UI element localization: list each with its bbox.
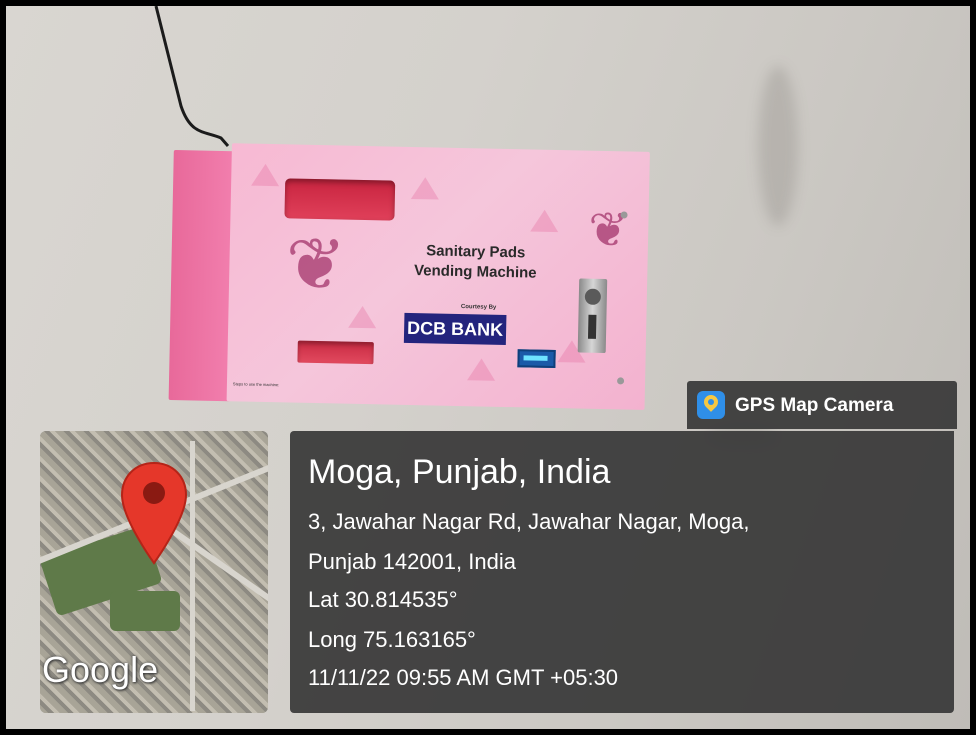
sponsor-logo: DCB BANK <box>403 312 507 345</box>
machine-front-panel: ❦ ❦ Sanitary Pads Vending Machine Courte… <box>226 143 650 410</box>
dispense-slot <box>297 340 374 365</box>
map-road <box>190 441 195 711</box>
address-line-2: Punjab 142001, India <box>308 549 516 574</box>
app-brand-label: GPS Map Camera <box>735 395 894 416</box>
vending-machine: ❦ ❦ Sanitary Pads Vending Machine Courte… <box>168 142 650 410</box>
app-brand-tab: GPS Map Camera <box>687 381 957 429</box>
timestamp-value: 11/11/22 09:55 AM GMT +05:30 <box>308 665 619 690</box>
decor-triangle <box>348 305 377 329</box>
machine-side-panel <box>168 149 236 402</box>
longitude-value: Long 75.163165° <box>308 627 476 652</box>
decor-triangle <box>251 163 280 187</box>
machine-title-line2: Vending Machine <box>413 262 537 282</box>
screw <box>617 377 625 385</box>
courtesy-label: Courtesy By <box>460 304 497 311</box>
machine-title: Sanitary Pads Vending Machine <box>395 241 556 284</box>
address-line-1: 3, Jawahar Nagar Rd, Jawahar Nagar, Moga… <box>308 509 750 534</box>
woman-silhouette-icon: ❦ <box>284 224 347 306</box>
map-park <box>110 591 180 631</box>
instructions-text: Steps to use the machine: <box>232 381 280 388</box>
decor-triangle <box>467 358 496 381</box>
location-info-panel: Moga, Punjab, India 3, Jawahar Nagar Rd,… <box>290 431 954 713</box>
location-pin-icon <box>120 461 188 565</box>
display-screen <box>517 349 556 369</box>
decor-triangle <box>530 209 559 233</box>
location-title: Moga, Punjab, India <box>308 453 611 491</box>
latitude-value: Lat 30.814535° <box>308 587 458 612</box>
woman-silhouette-icon: ❦ <box>587 203 630 258</box>
photo-frame: ❦ ❦ Sanitary Pads Vending Machine Courte… <box>6 6 970 729</box>
top-slot <box>284 178 396 221</box>
decor-triangle <box>410 176 440 200</box>
google-watermark: Google <box>42 649 159 690</box>
coin-slot <box>577 278 608 354</box>
gps-camera-icon <box>697 391 725 419</box>
map-thumbnail: Google <box>40 431 268 713</box>
